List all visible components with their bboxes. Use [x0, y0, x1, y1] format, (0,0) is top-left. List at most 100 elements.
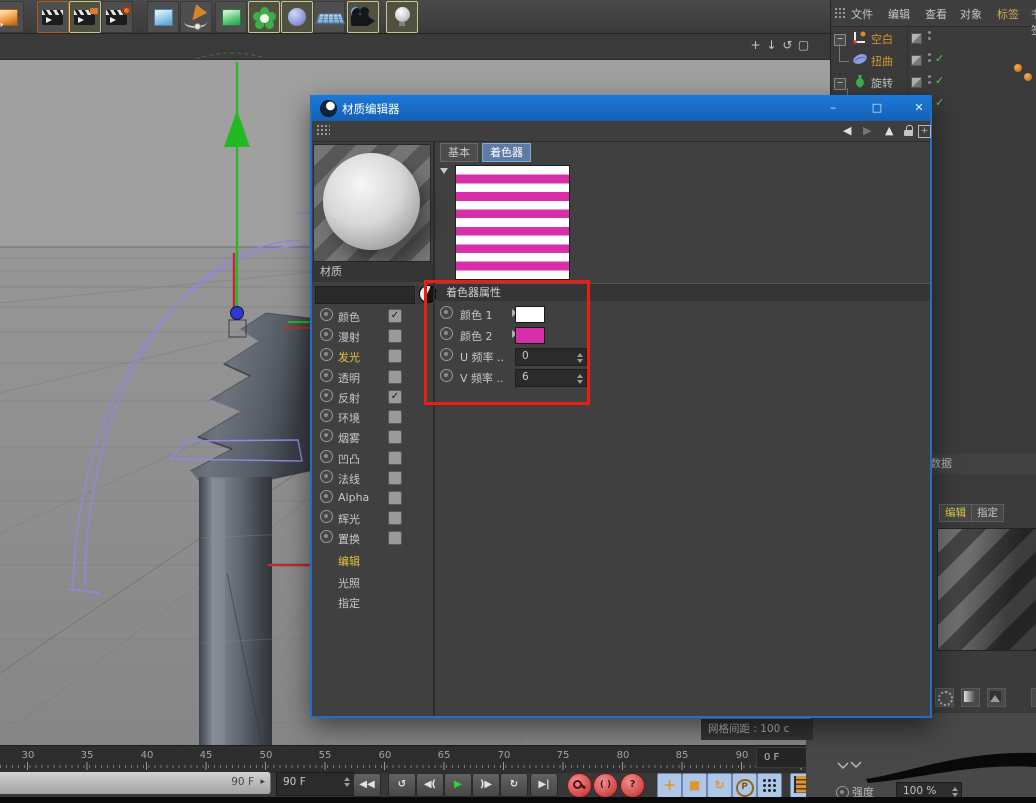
spinner-arrows-icon[interactable]: [344, 777, 350, 787]
layer-toggle[interactable]: [911, 77, 922, 88]
record-rotation-button[interactable]: ↻: [707, 773, 732, 798]
tab-shader[interactable]: 着色器: [482, 143, 531, 162]
menu-objects[interactable]: 对象: [960, 6, 982, 22]
channel-checkbox[interactable]: ✓: [388, 309, 402, 323]
channel-radio[interactable]: [320, 450, 333, 463]
expander-null[interactable]: −: [834, 34, 846, 46]
goto-start-button[interactable]: ◀◀: [353, 773, 381, 797]
material-editor-titlebar[interactable]: 材质编辑器 – □ ✕: [312, 95, 930, 121]
orange-handle-dot[interactable]: [1014, 64, 1022, 72]
menu-file[interactable]: 文件: [851, 6, 873, 22]
tree-item-bend[interactable]: 扭曲: [871, 53, 893, 69]
channel-radio[interactable]: [320, 429, 333, 442]
prev-key-button[interactable]: ↺: [388, 773, 416, 797]
channel-radio[interactable]: [320, 348, 333, 361]
layer-toggle[interactable]: [911, 33, 922, 44]
collapse-triangle-icon[interactable]: [440, 168, 448, 174]
channel-radio[interactable]: [320, 470, 333, 483]
channel-row-bump[interactable]: 凹凸: [312, 450, 432, 470]
menu-edit[interactable]: 编辑: [888, 6, 910, 22]
viewport-toggle-icon[interactable]: ▢: [796, 38, 811, 53]
nav-forward-icon[interactable]: ▶: [863, 124, 871, 137]
channel-row-diffuse[interactable]: 漫射: [312, 328, 432, 348]
record-scale-button[interactable]: ■: [682, 773, 707, 798]
material-thumbnail[interactable]: [937, 528, 1036, 651]
camera-icon[interactable]: [347, 1, 379, 33]
channel-checkbox[interactable]: [388, 329, 402, 343]
viewport-zoom-icon[interactable]: ↓: [764, 38, 779, 53]
channel-checkbox[interactable]: [388, 349, 402, 363]
enabled-check[interactable]: ✓: [935, 52, 944, 65]
goto-end-button[interactable]: ▶|: [530, 773, 558, 797]
edit-render-settings-icon[interactable]: [101, 1, 133, 33]
enable-dots[interactable]: [928, 31, 931, 34]
array-generator-icon[interactable]: [248, 1, 280, 33]
gradient-swatch-icon[interactable]: [961, 688, 980, 707]
channel-checkbox[interactable]: [388, 531, 402, 545]
orange-handle-dot[interactable]: [1024, 73, 1032, 81]
channel-checkbox[interactable]: [388, 491, 402, 505]
channel-radio[interactable]: [320, 308, 333, 321]
spinner-gear-icon[interactable]: [935, 688, 954, 707]
menu-view[interactable]: 查看: [925, 6, 947, 22]
new-window-icon[interactable]: +: [918, 125, 931, 138]
enable-dots[interactable]: [928, 53, 931, 56]
keyframe-help-button[interactable]: ?: [620, 773, 645, 798]
pen-spline-icon[interactable]: [180, 1, 212, 33]
minimize-button[interactable]: –: [825, 100, 841, 116]
footer-edit[interactable]: 编辑: [338, 553, 360, 569]
viewport-pan-icon[interactable]: +: [748, 38, 763, 53]
point-level-animation-button[interactable]: [757, 773, 782, 798]
channel-radio[interactable]: [320, 510, 333, 523]
render-view-icon[interactable]: [37, 1, 69, 33]
channel-row-reflection[interactable]: 反射✓: [312, 389, 432, 409]
toolbar-grip-icon[interactable]: [316, 124, 330, 137]
channel-checkbox[interactable]: ✓: [388, 390, 402, 404]
frame-spinner[interactable]: 90 F: [276, 772, 354, 796]
lock-icon[interactable]: [904, 130, 913, 136]
enabled-check[interactable]: ✓: [935, 96, 944, 109]
play-button[interactable]: ▶: [444, 773, 472, 797]
channel-row-environment[interactable]: 环境: [312, 409, 432, 429]
render-picture-viewer-icon[interactable]: [69, 1, 101, 33]
enabled-check[interactable]: ✓: [935, 74, 944, 87]
expander-lathe[interactable]: −: [834, 78, 846, 90]
close-button[interactable]: ✕: [911, 100, 927, 116]
viewport-rotate-icon[interactable]: ↺: [780, 38, 795, 53]
light-icon[interactable]: [386, 1, 418, 33]
menu-bookmarks[interactable]: 书签: [1031, 6, 1036, 38]
subdivision-surface-icon[interactable]: [215, 1, 247, 33]
channel-checkbox[interactable]: [388, 430, 402, 444]
material-name-input[interactable]: [315, 286, 415, 304]
tab-basic[interactable]: 基本: [440, 143, 478, 162]
channel-radio[interactable]: [320, 490, 333, 503]
timeline-ruler[interactable]: 30 35 40 45 50 55 60 65 70 75 80 85 90: [0, 745, 808, 773]
record-keyframe-button[interactable]: [567, 773, 592, 798]
channel-row-color[interactable]: 颜色✓: [312, 308, 432, 328]
channel-row-luminance[interactable]: 发光: [312, 348, 432, 368]
channel-row-displacement[interactable]: 置换: [312, 530, 432, 550]
channel-checkbox[interactable]: [388, 471, 402, 485]
material-preview[interactable]: [313, 144, 431, 262]
nav-back-icon[interactable]: ◀: [843, 124, 851, 137]
channel-row-transparency[interactable]: 透明: [312, 369, 432, 389]
cube-arrow-icon[interactable]: →: [0, 1, 24, 33]
panel-grip-icon[interactable]: [834, 7, 845, 20]
next-frame-button[interactable]: )▶: [472, 773, 500, 797]
maximize-button[interactable]: □: [869, 100, 885, 116]
channel-checkbox[interactable]: [388, 511, 402, 525]
channel-radio[interactable]: [320, 328, 333, 341]
tree-item-null[interactable]: 空白: [871, 31, 893, 47]
image-icon[interactable]: [987, 688, 1006, 707]
menu-tags[interactable]: 标签: [997, 6, 1019, 22]
primitive-cube-icon[interactable]: [147, 1, 179, 33]
channel-radio[interactable]: [320, 530, 333, 543]
floor-grid-icon[interactable]: [313, 1, 345, 33]
channel-radio[interactable]: [320, 369, 333, 382]
next-key-button[interactable]: ↻: [500, 773, 528, 797]
channel-row-normal[interactable]: 法线: [312, 470, 432, 490]
timeline-range-slider[interactable]: 90 F ▸: [0, 772, 271, 794]
record-parameter-button[interactable]: P: [732, 773, 757, 798]
autokey-button[interactable]: ( ): [593, 773, 618, 798]
channel-radio[interactable]: [320, 389, 333, 402]
